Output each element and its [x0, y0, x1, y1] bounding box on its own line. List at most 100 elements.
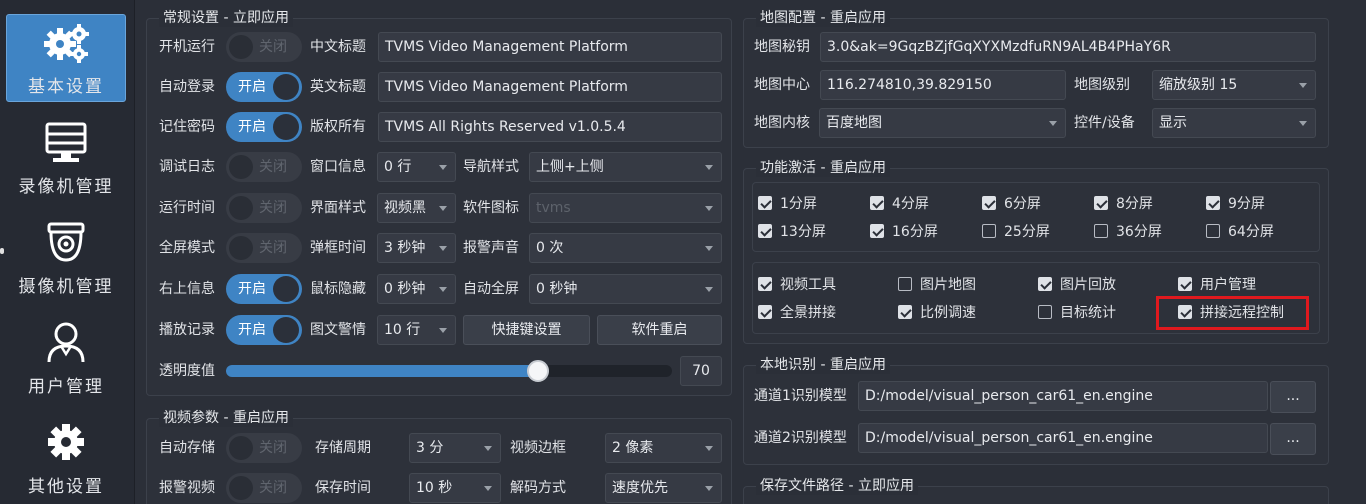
map-key-input[interactable]: 3.0&ak=9GqzBZjfGqXYXMzdfuRN9AL4B4PHaY6R	[820, 32, 1316, 62]
checkbox-box[interactable]	[982, 224, 996, 238]
screen-split-checkbox[interactable]: 64分屏	[1206, 220, 1274, 242]
checkbox-box[interactable]	[982, 196, 996, 210]
nav-style-select[interactable]: 上侧+上侧	[529, 152, 722, 182]
play-record-toggle[interactable]: 开启	[226, 315, 302, 345]
ch2-browse-button[interactable]: ...	[1270, 423, 1316, 455]
debug-log-label: 调试日志	[159, 159, 215, 175]
map-control-select[interactable]: 显示	[1152, 108, 1316, 138]
image-alarm-select[interactable]: 10 行	[377, 315, 456, 345]
opacity-slider[interactable]	[226, 360, 672, 382]
feature-tool-checkbox[interactable]: 比例调速	[898, 301, 976, 323]
auto-save-toggle[interactable]: 关闭	[226, 433, 302, 463]
checkbox-label: 6分屏	[1004, 196, 1041, 212]
remember-pwd-toggle[interactable]: 开启	[226, 112, 302, 142]
checkbox-box[interactable]	[1038, 305, 1052, 319]
opacity-value[interactable]: 70	[680, 356, 722, 386]
checkbox-label: 图片地图	[920, 277, 976, 293]
map-level-select[interactable]: 缩放级别 15	[1152, 70, 1316, 100]
cn-title-input[interactable]: TVMS Video Management Platform	[378, 32, 722, 62]
ch1-browse-button[interactable]: ...	[1270, 381, 1316, 413]
checkbox-label: 比例调速	[920, 305, 976, 321]
copyright-input[interactable]: TVMS All Rights Reserved v1.0.5.4	[378, 112, 722, 142]
feature-tool-checkbox[interactable]: 视频工具	[758, 273, 836, 295]
camera-icon	[47, 222, 85, 262]
screen-split-checkbox[interactable]: 36分屏	[1094, 220, 1162, 242]
feature-tool-checkbox[interactable]: 图片回放	[1038, 273, 1116, 295]
checkbox-box[interactable]	[758, 196, 772, 210]
checkbox-box[interactable]	[1094, 196, 1108, 210]
top-right-info-label: 右上信息	[159, 281, 215, 297]
checkbox-box[interactable]	[870, 224, 884, 238]
ui-style-select[interactable]: 视频黑	[377, 193, 456, 223]
auto-login-toggle[interactable]: 开启	[226, 72, 302, 102]
screen-split-checkbox[interactable]: 4分屏	[870, 192, 929, 214]
screen-split-checkbox[interactable]: 8分屏	[1094, 192, 1153, 214]
screen-split-checkbox[interactable]: 6分屏	[982, 192, 1041, 214]
debug-log-toggle[interactable]: 关闭	[226, 152, 302, 182]
video-border-select[interactable]: 2 像素	[605, 433, 722, 463]
checkbox-label: 25分屏	[1004, 224, 1050, 240]
checkbox-box[interactable]	[898, 277, 912, 291]
opacity-slider-handle[interactable]	[527, 360, 549, 382]
map-center-input[interactable]: 116.274810,39.829150	[820, 70, 1066, 100]
checkbox-box[interactable]	[870, 196, 884, 210]
popup-time-select[interactable]: 3 秒钟	[377, 233, 456, 263]
nav-item-nvr-management[interactable]: 录像机管理	[6, 114, 126, 202]
feature-tool-checkbox[interactable]: 目标统计	[1038, 301, 1116, 323]
alarm-video-toggle[interactable]: 关闭	[226, 473, 302, 503]
copyright-label: 版权所有	[310, 119, 366, 135]
play-record-label: 播放记录	[159, 322, 215, 338]
screen-split-checkbox[interactable]: 25分屏	[982, 220, 1050, 242]
checkbox-box[interactable]	[1038, 277, 1052, 291]
screen-split-checkbox[interactable]: 9分屏	[1206, 192, 1265, 214]
top-right-info-toggle[interactable]: 开启	[226, 274, 302, 304]
ch1-model-input[interactable]: D:/model/visual_person_car61_en.engine	[858, 381, 1268, 411]
window-info-select[interactable]: 0 行	[377, 152, 456, 182]
nav-style-label: 导航样式	[463, 159, 519, 175]
decode-mode-select[interactable]: 速度优先	[605, 473, 722, 503]
shortcut-settings-button[interactable]: 快捷键设置	[463, 315, 590, 345]
screen-split-checkbox[interactable]: 1分屏	[758, 192, 817, 214]
checkbox-box[interactable]	[758, 224, 772, 238]
full-screen-toggle[interactable]: 关闭	[226, 233, 302, 263]
checkbox-box[interactable]	[758, 305, 772, 319]
app-icon-select[interactable]: tvms	[529, 193, 722, 223]
checkbox-box[interactable]	[1178, 277, 1192, 291]
screen-split-checkbox[interactable]: 16分屏	[870, 220, 938, 242]
checkbox-box[interactable]	[1206, 196, 1220, 210]
user-icon	[47, 322, 85, 362]
nav-label: 摄像机管理	[18, 276, 114, 297]
nav-item-camera-management[interactable]: 摄像机管理	[6, 214, 126, 302]
nav-item-user-management[interactable]: 用户管理	[6, 314, 126, 402]
map-core-select[interactable]: 百度地图	[819, 108, 1066, 138]
keep-time-select[interactable]: 10 秒	[409, 473, 501, 503]
opacity-slider-fill	[226, 365, 538, 377]
checkbox-box[interactable]	[1206, 224, 1220, 238]
checkbox-box[interactable]	[1094, 224, 1108, 238]
ch2-model-input[interactable]: D:/model/visual_person_car61_en.engine	[858, 423, 1268, 453]
nvr-icon	[45, 122, 87, 162]
screen-split-checkbox[interactable]: 13分屏	[758, 220, 826, 242]
checkbox-box[interactable]	[898, 305, 912, 319]
auto-fullscreen-select[interactable]: 0 秒钟	[529, 274, 722, 304]
checkbox-label: 视频工具	[780, 277, 836, 293]
checkbox-label: 64分屏	[1228, 224, 1274, 240]
checkbox-label: 9分屏	[1228, 196, 1265, 212]
en-title-input[interactable]: TVMS Video Management Platform	[378, 72, 722, 102]
feature-tool-checkbox[interactable]: 全景拼接	[758, 301, 836, 323]
feature-tool-checkbox[interactable]: 图片地图	[898, 273, 976, 295]
nav-item-basic-settings[interactable]: 基本设置	[6, 14, 126, 102]
feature-tool-checkbox[interactable]: 用户管理	[1178, 273, 1256, 295]
nav-item-other-settings[interactable]: 其他设置	[6, 414, 126, 502]
restart-app-button[interactable]: 软件重启	[597, 315, 722, 345]
save-period-select[interactable]: 3 分	[409, 433, 501, 463]
alarm-sound-label: 报警声音	[463, 240, 519, 256]
checkbox-label: 目标统计	[1060, 305, 1116, 321]
mouse-hide-select[interactable]: 0 秒钟	[377, 274, 456, 304]
cn-title-label: 中文标题	[310, 39, 366, 55]
run-time-toggle[interactable]: 关闭	[226, 193, 302, 223]
checkbox-box[interactable]	[758, 277, 772, 291]
edge-marker	[0, 248, 4, 254]
alarm-sound-select[interactable]: 0 次	[529, 233, 722, 263]
boot-run-toggle[interactable]: 关闭	[226, 32, 302, 62]
